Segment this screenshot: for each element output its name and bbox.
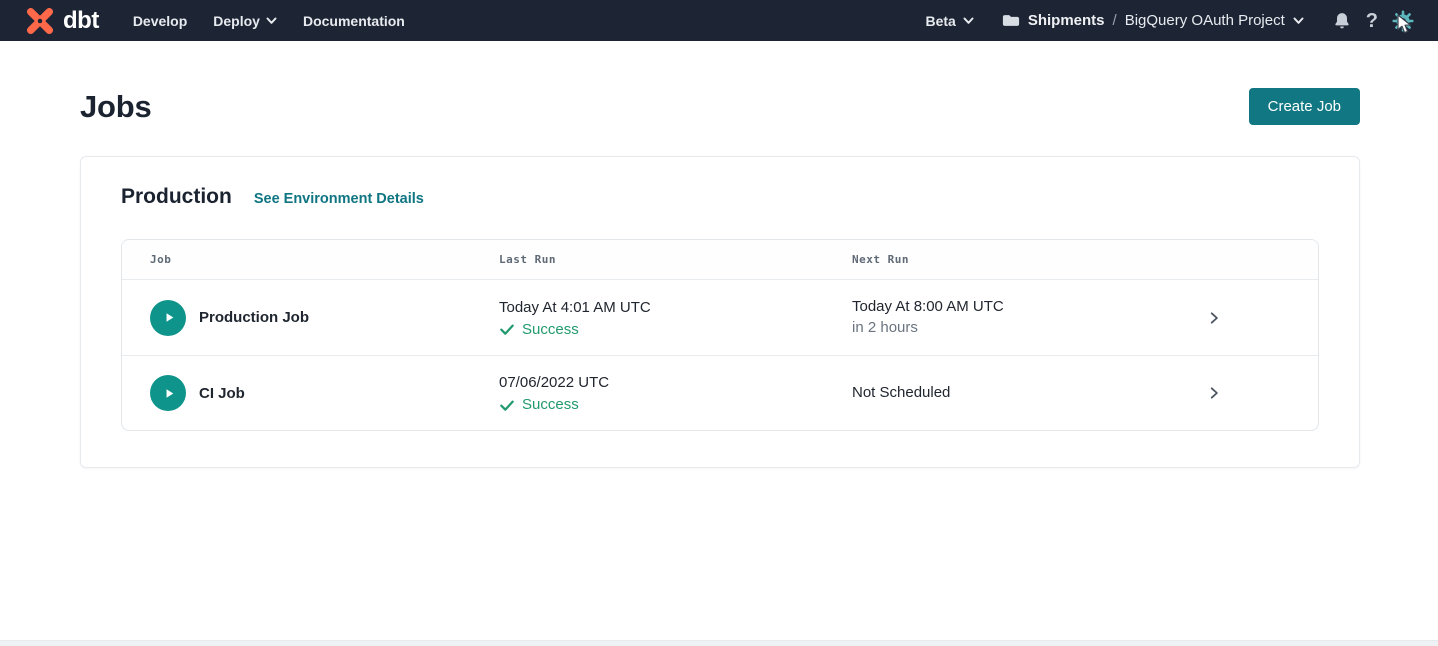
- status-label: Success: [522, 396, 579, 413]
- environment-details-link[interactable]: See Environment Details: [254, 191, 424, 207]
- jobs-table: Job Last Run Next Run Production Job Tod…: [121, 239, 1319, 431]
- environment-header: Production See Environment Details: [121, 185, 1319, 209]
- help-question-icon[interactable]: ?: [1366, 11, 1378, 31]
- breadcrumb-separator: /: [1113, 12, 1117, 29]
- chevron-right-icon: [1207, 386, 1221, 400]
- chevron-right-icon: [1207, 311, 1221, 325]
- chevron-down-icon: [1293, 17, 1304, 25]
- last-run-time: Today At 4:01 AM UTC: [499, 298, 852, 318]
- beta-selector[interactable]: Beta: [925, 13, 973, 29]
- nav-item-deploy-label: Deploy: [213, 13, 260, 29]
- row-open-chevron[interactable]: [1202, 311, 1226, 325]
- create-job-button[interactable]: Create Job: [1249, 88, 1360, 125]
- nav-item-deploy[interactable]: Deploy: [213, 13, 277, 29]
- job-name[interactable]: CI Job: [199, 385, 245, 402]
- environment-name: Production: [121, 185, 232, 209]
- breadcrumb-folder: Shipments: [1028, 12, 1105, 29]
- check-icon: [499, 397, 515, 413]
- last-run-status: Success: [499, 396, 852, 413]
- last-run-cell: 07/06/2022 UTC Success: [499, 373, 852, 413]
- primary-nav: Develop Deploy Documentation: [133, 13, 405, 29]
- dbt-logo[interactable]: dbt: [24, 6, 99, 36]
- next-run-time: Today At 8:00 AM UTC: [852, 297, 1202, 317]
- table-row-ci-job[interactable]: CI Job 07/06/2022 UTC Success Not Schedu…: [122, 355, 1318, 430]
- dbt-wordmark: dbt: [63, 9, 99, 33]
- next-run-relative: in 2 hours: [852, 318, 1202, 338]
- check-icon: [499, 321, 515, 337]
- page-title: Jobs: [80, 89, 152, 125]
- help-question-glyph: ?: [1366, 11, 1378, 31]
- column-header-last-run: Last Run: [499, 253, 852, 266]
- nav-item-develop[interactable]: Develop: [133, 13, 187, 29]
- beta-label: Beta: [925, 13, 955, 29]
- notifications-bell-icon[interactable]: [1332, 11, 1352, 31]
- row-open-chevron[interactable]: [1202, 386, 1226, 400]
- jobs-table-header: Job Last Run Next Run: [122, 240, 1318, 280]
- run-play-button[interactable]: [150, 375, 186, 411]
- chevron-down-icon: [266, 17, 277, 25]
- status-label: Success: [522, 321, 579, 338]
- dbt-logo-icon: [24, 6, 56, 36]
- nav-item-documentation[interactable]: Documentation: [303, 13, 405, 29]
- table-row-production-job[interactable]: Production Job Today At 4:01 AM UTC Succ…: [122, 280, 1318, 355]
- column-header-next-run: Next Run: [852, 253, 1202, 266]
- project-breadcrumb[interactable]: Shipments / BigQuery OAuth Project: [1002, 12, 1304, 29]
- last-run-time: 07/06/2022 UTC: [499, 373, 852, 393]
- play-icon: [160, 309, 177, 326]
- run-play-button[interactable]: [150, 300, 186, 336]
- page-header: Jobs Create Job: [80, 88, 1360, 125]
- nav-item-documentation-label: Documentation: [303, 13, 405, 29]
- last-run-cell: Today At 4:01 AM UTC Success: [499, 298, 852, 338]
- play-icon: [160, 385, 177, 402]
- main-content: Jobs Create Job Production See Environme…: [0, 88, 1438, 468]
- folder-icon: [1002, 13, 1020, 28]
- column-header-job: Job: [150, 253, 499, 266]
- settings-gear-icon[interactable]: [1392, 10, 1414, 32]
- breadcrumb-project-label: BigQuery OAuth Project: [1125, 12, 1285, 29]
- job-name[interactable]: Production Job: [199, 309, 309, 326]
- job-cell: Production Job: [150, 300, 499, 336]
- last-run-status: Success: [499, 321, 852, 338]
- next-run-cell: Today At 8:00 AM UTC in 2 hours: [852, 297, 1202, 338]
- chevron-down-icon: [963, 17, 974, 25]
- next-run-cell: Not Scheduled: [852, 383, 1202, 403]
- breadcrumb-project[interactable]: BigQuery OAuth Project: [1125, 12, 1304, 29]
- navbar-icon-group: ?: [1332, 10, 1414, 32]
- environment-card: Production See Environment Details Job L…: [80, 156, 1360, 468]
- bottom-edge-strip: [0, 640, 1438, 646]
- next-run-time: Not Scheduled: [852, 383, 1202, 403]
- top-navbar: dbt Develop Deploy Documentation Beta: [0, 0, 1438, 41]
- job-cell: CI Job: [150, 375, 499, 411]
- navbar-right: Beta Shipments / BigQuery OAuth Project: [925, 10, 1414, 32]
- nav-item-develop-label: Develop: [133, 13, 187, 29]
